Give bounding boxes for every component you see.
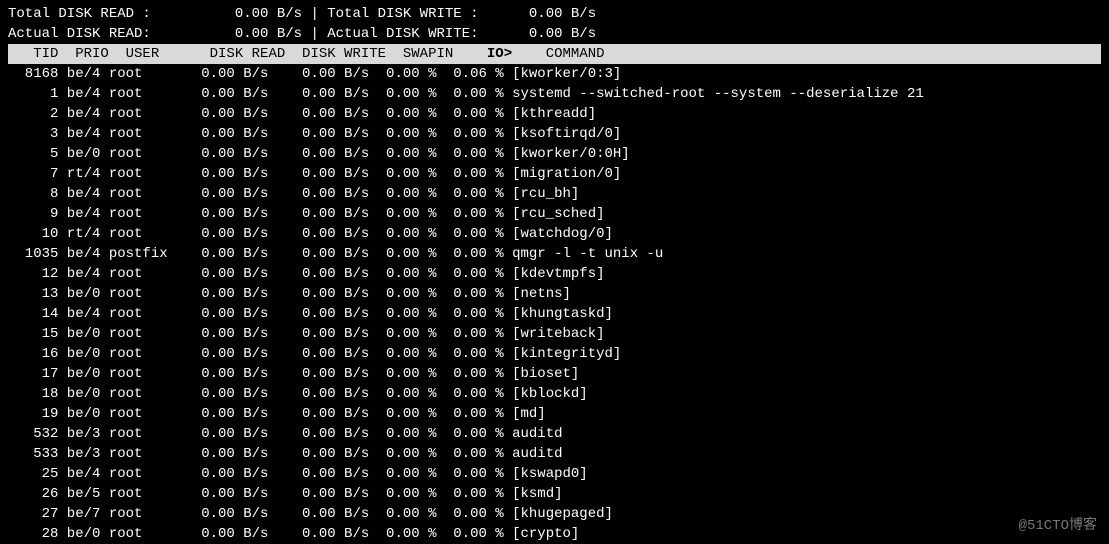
- process-row: 5 be/0 root 0.00 B/s 0.00 B/s 0.00 % 0.0…: [8, 144, 1101, 164]
- summary-total-line: Total DISK READ : 0.00 B/s | Total DISK …: [8, 4, 1101, 24]
- process-row: 26 be/5 root 0.00 B/s 0.00 B/s 0.00 % 0.…: [8, 484, 1101, 504]
- column-header: TID PRIO USER DISK READ DISK WRITE SWAPI…: [8, 44, 1101, 64]
- process-row: 16 be/0 root 0.00 B/s 0.00 B/s 0.00 % 0.…: [8, 344, 1101, 364]
- process-row: 1035 be/4 postfix 0.00 B/s 0.00 B/s 0.00…: [8, 244, 1101, 264]
- process-row: 15 be/0 root 0.00 B/s 0.00 B/s 0.00 % 0.…: [8, 324, 1101, 344]
- process-row: 1 be/4 root 0.00 B/s 0.00 B/s 0.00 % 0.0…: [8, 84, 1101, 104]
- process-row: 13 be/0 root 0.00 B/s 0.00 B/s 0.00 % 0.…: [8, 284, 1101, 304]
- process-row: 8 be/4 root 0.00 B/s 0.00 B/s 0.00 % 0.0…: [8, 184, 1101, 204]
- process-row: 10 rt/4 root 0.00 B/s 0.00 B/s 0.00 % 0.…: [8, 224, 1101, 244]
- process-row: 7 rt/4 root 0.00 B/s 0.00 B/s 0.00 % 0.0…: [8, 164, 1101, 184]
- process-row: 9 be/4 root 0.00 B/s 0.00 B/s 0.00 % 0.0…: [8, 204, 1101, 224]
- process-row: 12 be/4 root 0.00 B/s 0.00 B/s 0.00 % 0.…: [8, 264, 1101, 284]
- summary-actual-line: Actual DISK READ: 0.00 B/s | Actual DISK…: [8, 24, 1101, 44]
- process-row: 2 be/4 root 0.00 B/s 0.00 B/s 0.00 % 0.0…: [8, 104, 1101, 124]
- process-row: 14 be/4 root 0.00 B/s 0.00 B/s 0.00 % 0.…: [8, 304, 1101, 324]
- iotop-terminal: { "summary": { "total_read_label": "Tota…: [0, 0, 1109, 544]
- process-row: 8168 be/4 root 0.00 B/s 0.00 B/s 0.00 % …: [8, 64, 1101, 84]
- process-row: 18 be/0 root 0.00 B/s 0.00 B/s 0.00 % 0.…: [8, 384, 1101, 404]
- process-row: 19 be/0 root 0.00 B/s 0.00 B/s 0.00 % 0.…: [8, 404, 1101, 424]
- process-row: 532 be/3 root 0.00 B/s 0.00 B/s 0.00 % 0…: [8, 424, 1101, 444]
- process-row: 533 be/3 root 0.00 B/s 0.00 B/s 0.00 % 0…: [8, 444, 1101, 464]
- process-row: 25 be/4 root 0.00 B/s 0.00 B/s 0.00 % 0.…: [8, 464, 1101, 484]
- process-row: 27 be/7 root 0.00 B/s 0.00 B/s 0.00 % 0.…: [8, 504, 1101, 524]
- source-watermark: @51CTO博客: [1019, 516, 1097, 536]
- process-row: 3 be/4 root 0.00 B/s 0.00 B/s 0.00 % 0.0…: [8, 124, 1101, 144]
- iotop-output: Total DISK READ : 0.00 B/s | Total DISK …: [8, 4, 1101, 544]
- process-row: 28 be/0 root 0.00 B/s 0.00 B/s 0.00 % 0.…: [8, 524, 1101, 544]
- process-row: 17 be/0 root 0.00 B/s 0.00 B/s 0.00 % 0.…: [8, 364, 1101, 384]
